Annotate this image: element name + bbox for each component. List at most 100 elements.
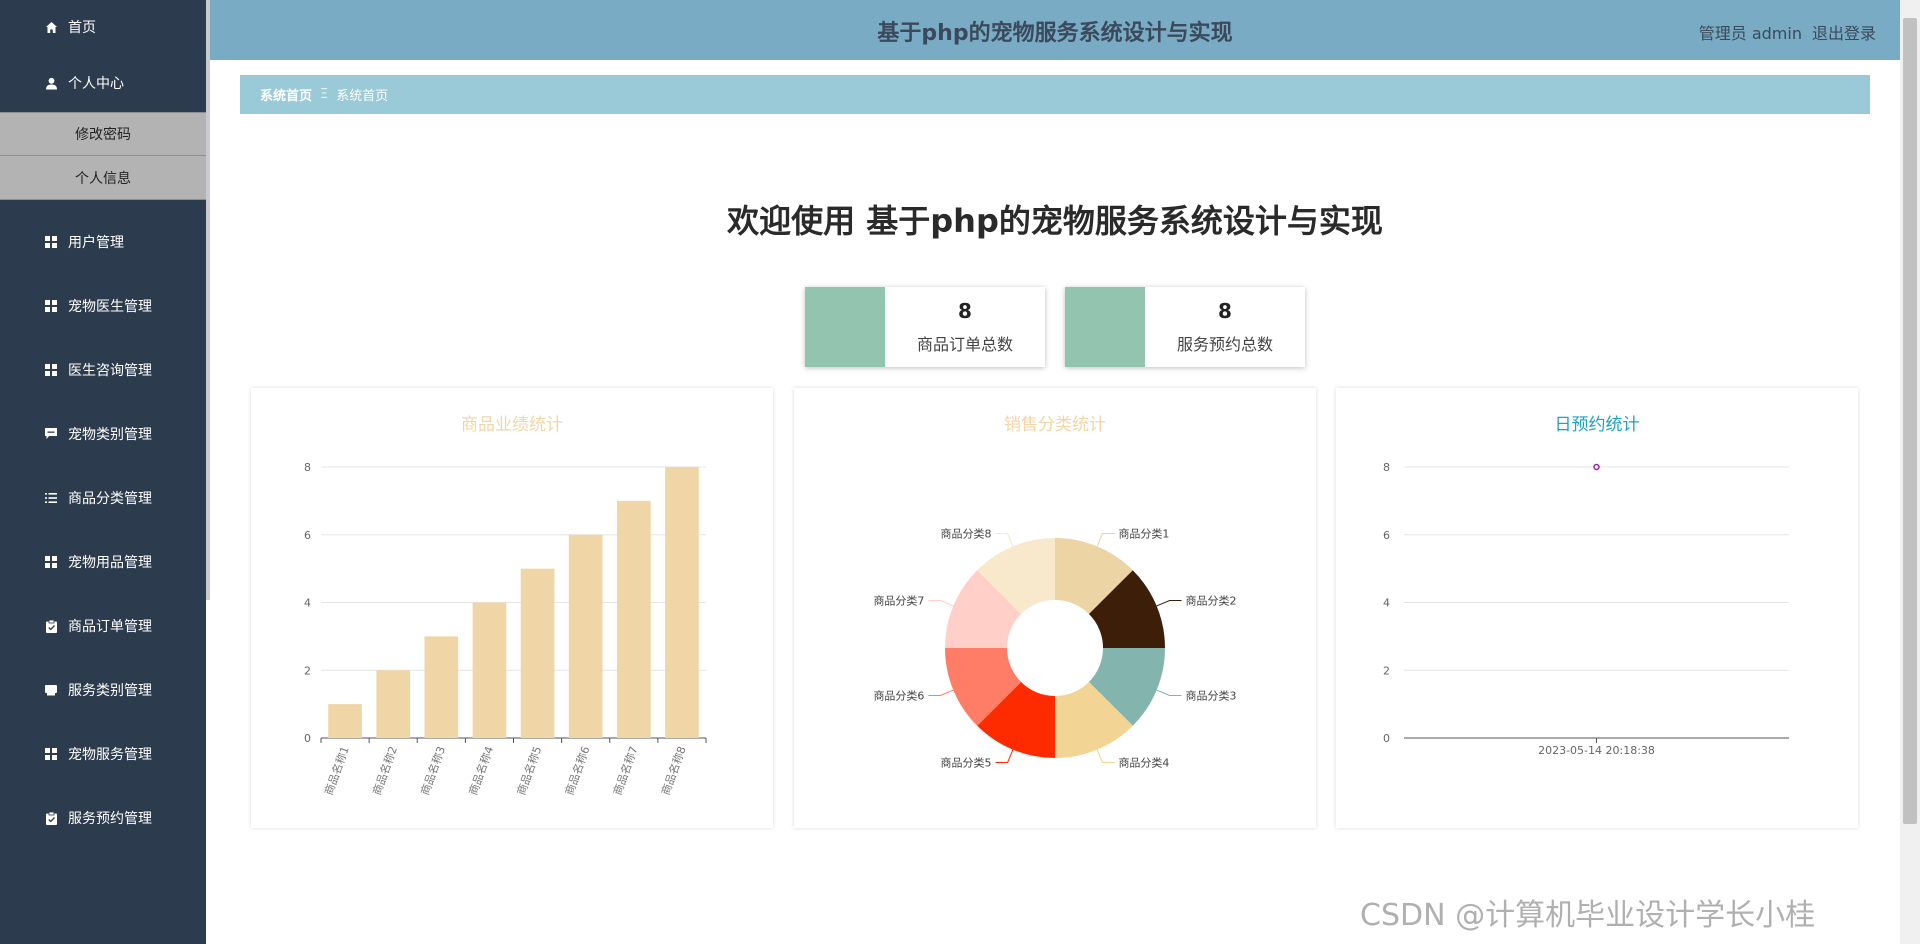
sidebar-item-label: 商品订单管理 — [68, 619, 152, 635]
bar[interactable] — [376, 670, 411, 738]
sidebar: 首页 个人中心 修改密码 个人信息 用户管理 宠物医生管理 医生咨询管理 宠物类… — [0, 0, 206, 944]
line-point[interactable] — [1593, 463, 1600, 471]
sidebar-scrollbar[interactable] — [206, 0, 210, 600]
sidebar-item-goods-category-management[interactable]: 商品分类管理 — [0, 466, 206, 530]
welcome-title: 欢迎使用 基于php的宠物服务系统设计与实现 — [727, 202, 1383, 240]
y-tick-label: 6 — [1383, 529, 1390, 542]
pie-label: 商品分类6 — [873, 688, 924, 702]
bar[interactable] — [328, 704, 362, 738]
sidebar-item-label: 服务类别管理 — [68, 683, 152, 699]
breadcrumb-current: 系统首页 — [336, 89, 389, 104]
bar[interactable] — [568, 534, 603, 738]
y-tick-label: 4 — [1383, 597, 1390, 610]
pie-label: 商品分类1 — [1118, 526, 1169, 540]
sidebar-item-personal-center[interactable]: 个人中心 — [0, 54, 206, 112]
pie-label-line — [928, 600, 954, 607]
bar[interactable] — [472, 602, 507, 739]
submenu-item-personal-info[interactable]: 个人信息 — [0, 156, 206, 200]
sidebar-item-home[interactable]: 首页 — [0, 0, 206, 54]
sidebar-item-label: 商品分类管理 — [68, 491, 152, 507]
clipboard-icon — [44, 811, 58, 825]
breadcrumb-home[interactable]: 系统首页 — [260, 85, 312, 104]
bar[interactable] — [520, 568, 555, 738]
stat-label: 服务预约总数 — [1176, 335, 1273, 354]
submenu-item-change-password[interactable]: 修改密码 — [0, 112, 206, 156]
pie-label-line — [995, 532, 1014, 547]
grid-icon — [44, 555, 58, 569]
sidebar-item-pet-service-management[interactable]: 宠物服务管理 — [0, 722, 206, 786]
sidebar-item-label: 宠物用品管理 — [68, 555, 152, 571]
home-icon — [44, 20, 58, 34]
pie-label-line — [995, 749, 1014, 764]
pie-label: 商品分类4 — [1118, 756, 1169, 770]
chart-panel-daily-booking: 日预约统计 0 2 4 6 8 2023-05-14 20:18:38 — [1336, 388, 1858, 828]
header-user-area: 管理员 admin 退出登录 — [1699, 20, 1876, 44]
bar[interactable] — [665, 467, 699, 738]
x-tick-label: 商品名称7 — [610, 744, 641, 797]
stat-color-block — [805, 287, 885, 367]
y-tick-label: 0 — [304, 732, 311, 745]
sidebar-submenu: 修改密码 个人信息 — [0, 112, 206, 200]
sidebar-item-pet-category-management[interactable]: 宠物类别管理 — [0, 402, 206, 466]
pie-label-line — [1156, 600, 1182, 607]
x-tick-label: 商品名称4 — [466, 744, 497, 797]
x-tick-label: 商品名称3 — [418, 744, 449, 797]
watermark: CSDN @计算机毕业设计学长小桂 — [1360, 898, 1816, 933]
pie-label: 商品分类2 — [1186, 594, 1237, 608]
sidebar-item-label: 用户管理 — [68, 235, 124, 251]
grid-icon — [44, 747, 58, 761]
pie-label: 商品分类8 — [941, 526, 992, 540]
sidebar-item-doctor-consult-management[interactable]: 医生咨询管理 — [0, 338, 206, 402]
clipboard-icon — [44, 619, 58, 633]
sidebar-item-label: 服务预约管理 — [68, 811, 152, 827]
pie-label-line — [1096, 532, 1115, 547]
page-scrollbar-thumb[interactable] — [1903, 18, 1917, 824]
app-title: 基于php的宠物服务系统设计与实现 — [877, 21, 1233, 46]
sidebar-item-label: 首页 — [68, 20, 96, 36]
stat-color-block — [1065, 287, 1145, 367]
grid-icon — [44, 363, 58, 377]
pie-label: 商品分类5 — [941, 756, 992, 770]
pie-label: 商品分类3 — [1186, 688, 1237, 702]
x-tick-label: 2023-05-14 20:18:38 — [1538, 744, 1655, 757]
bar[interactable] — [616, 500, 651, 738]
stat-label: 商品订单总数 — [916, 335, 1013, 354]
sidebar-item-label: 医生咨询管理 — [68, 363, 152, 379]
y-tick-label: 8 — [304, 461, 311, 474]
sidebar-item-service-booking-management[interactable]: 服务预约管理 — [0, 786, 206, 850]
line-chart: 0 2 4 6 8 2023-05-14 20:18:38 — [1383, 461, 1789, 757]
grid-icon — [44, 299, 58, 313]
breadcrumb-separator: Ξ — [320, 87, 329, 102]
logout-link[interactable]: 退出登录 — [1812, 20, 1876, 44]
sidebar-item-pet-supplies-management[interactable]: 宠物用品管理 — [0, 530, 206, 594]
x-tick-label: 商品名称5 — [514, 744, 545, 797]
list-icon — [44, 491, 58, 505]
pie-label-line — [1156, 689, 1182, 696]
bar[interactable] — [424, 636, 459, 738]
user-icon — [44, 76, 58, 90]
pie-label-line — [928, 689, 954, 696]
x-tick-label: 商品名称6 — [562, 744, 593, 797]
chart-panel-goods-performance: 商品业绩统计 0 2 4 6 8 商品名称1 商品名称2 商品名称3 商品名称4 商品名称5 商品名… — [251, 388, 773, 828]
stat-card-goods-orders: 8 商品订单总数 — [805, 287, 1045, 367]
card-icon — [44, 683, 58, 697]
chat-icon — [44, 427, 58, 441]
sidebar-item-label: 宠物医生管理 — [68, 299, 152, 315]
sidebar-item-service-category-management[interactable]: 服务类别管理 — [0, 658, 206, 722]
sidebar-item-goods-order-management[interactable]: 商品订单管理 — [0, 594, 206, 658]
y-tick-label: 2 — [1383, 664, 1390, 677]
sidebar-item-user-management[interactable]: 用户管理 — [0, 210, 206, 274]
header: 基于php的宠物服务系统设计与实现 管理员 admin 退出登录 — [210, 0, 1900, 60]
y-tick-label: 8 — [1383, 461, 1390, 474]
page-scrollbar[interactable] — [1900, 0, 1920, 944]
x-tick-label: 商品名称2 — [369, 744, 400, 797]
sidebar-item-label: 宠物类别管理 — [68, 427, 152, 443]
stat-value: 8 — [958, 299, 972, 323]
y-tick-label: 2 — [304, 664, 311, 677]
y-tick-label: 4 — [304, 597, 311, 610]
user-label[interactable]: 管理员 admin — [1699, 20, 1802, 44]
y-tick-label: 6 — [304, 529, 311, 542]
chart-panel-sales-category: 销售分类统计 商品分类1 商品分类2 商品分类3 商品分类4 商品分类5 商品分类6 商品分… — [794, 388, 1316, 828]
sidebar-item-pet-doctor-management[interactable]: 宠物医生管理 — [0, 274, 206, 338]
pie-chart: 商品分类1 商品分类2 商品分类3 商品分类4 商品分类5 商品分类6 商品分类7 商品分类8 — [873, 526, 1237, 770]
